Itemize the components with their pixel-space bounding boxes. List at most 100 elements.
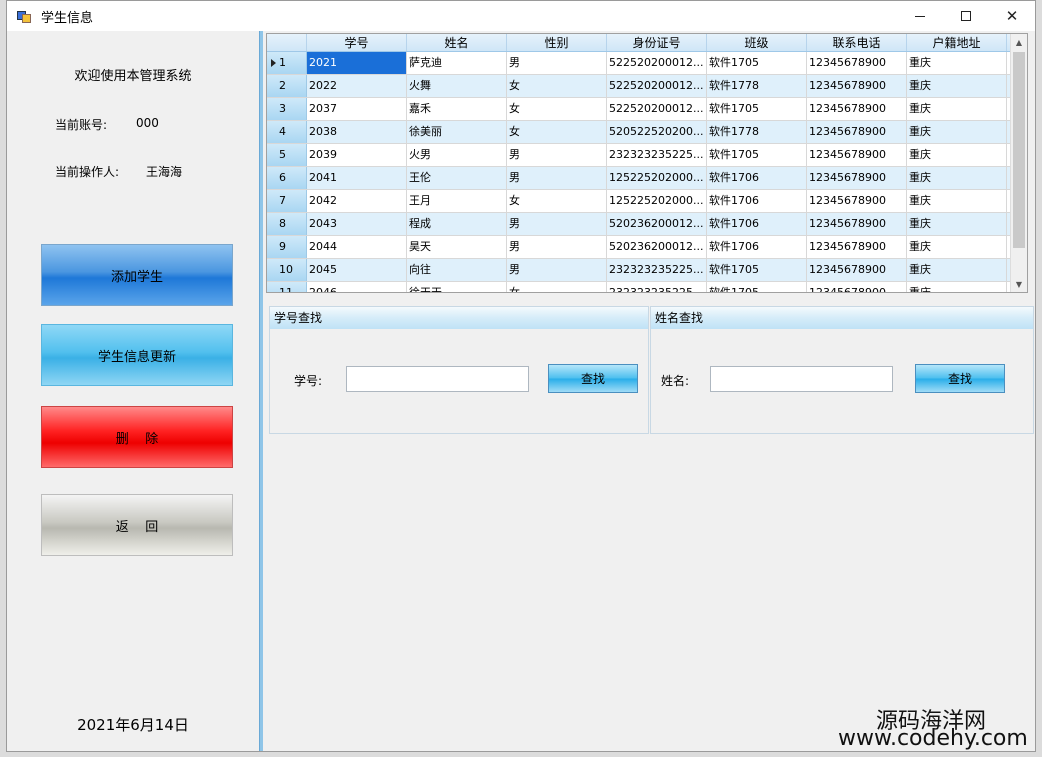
table-cell[interactable]: 232323235225... [607, 144, 707, 166]
table-cell[interactable]: 嘉禾 [407, 98, 507, 120]
table-cell[interactable]: 男 [507, 52, 607, 74]
scroll-up-icon[interactable]: ▲ [1011, 34, 1027, 50]
table-cell[interactable]: 徐美丽 [407, 121, 507, 143]
column-header[interactable]: 姓名 [407, 34, 507, 51]
table-cell[interactable]: 软件1706 [707, 190, 807, 212]
splitter[interactable] [259, 31, 263, 751]
table-cell[interactable]: 2039 [307, 144, 407, 166]
table-cell[interactable]: 王月 [407, 190, 507, 212]
table-cell[interactable]: 重庆 [907, 121, 1007, 143]
delete-button[interactable]: 删 除 [41, 406, 233, 468]
row-header[interactable]: 3 [267, 98, 307, 120]
table-row[interactable]: 7 2042 王月女 125225202000... 软件1706 12345678900… [267, 190, 1027, 213]
maximize-button[interactable] [943, 1, 989, 31]
table-cell[interactable]: 12345678900 [807, 259, 907, 281]
table-cell[interactable]: 重庆 [907, 52, 1007, 74]
table-cell[interactable]: 软件1778 [707, 75, 807, 97]
table-row[interactable]: 6 2041 王伦男 125225202000... 软件1706 12345678900… [267, 167, 1027, 190]
table-cell[interactable]: 2046 [307, 282, 407, 292]
add-student-button[interactable]: 添加学生 [41, 244, 233, 306]
column-header[interactable]: 联系电话 [807, 34, 907, 51]
table-row[interactable]: 5 2039 火男男 232323235225... 软件1705 12345678900… [267, 144, 1027, 167]
table-cell[interactable]: 男 [507, 259, 607, 281]
search-by-name-button[interactable]: 查找 [915, 364, 1005, 393]
table-cell[interactable]: 女 [507, 98, 607, 120]
table-cell[interactable]: 女 [507, 190, 607, 212]
table-cell[interactable]: 向往 [407, 259, 507, 281]
table-cell[interactable]: 重庆 [907, 236, 1007, 258]
row-header[interactable]: 1 [267, 52, 307, 74]
table-cell[interactable]: 12345678900 [807, 282, 907, 292]
table-cell[interactable]: 2043 [307, 213, 407, 235]
table-row[interactable]: 10 2045 向往男 232323235225... 软件1705 1234567890… [267, 259, 1027, 282]
title-bar[interactable]: 学生信息 ✕ [7, 1, 1035, 31]
table-cell[interactable]: 2021 [307, 52, 407, 74]
table-cell[interactable]: 重庆 [907, 98, 1007, 120]
scroll-thumb[interactable] [1013, 52, 1025, 248]
table-cell[interactable]: 12345678900 [807, 144, 907, 166]
scroll-down-icon[interactable]: ▼ [1011, 276, 1027, 292]
table-cell[interactable]: 2037 [307, 98, 407, 120]
table-cell[interactable]: 昊天 [407, 236, 507, 258]
table-cell[interactable]: 软件1705 [707, 259, 807, 281]
search-by-id-button[interactable]: 查找 [548, 364, 638, 393]
table-cell[interactable]: 12345678900 [807, 75, 907, 97]
table-cell[interactable]: 软件1705 [707, 98, 807, 120]
table-cell[interactable]: 12345678900 [807, 167, 907, 189]
row-header[interactable]: 7 [267, 190, 307, 212]
student-table[interactable]: 学号 姓名 性别 身份证号 班级 联系电话 户籍地址 1 2021 萨克迪男 5225… [266, 33, 1028, 293]
row-header[interactable]: 8 [267, 213, 307, 235]
table-cell[interactable]: 2041 [307, 167, 407, 189]
table-cell[interactable]: 软件1705 [707, 144, 807, 166]
table-cell[interactable]: 男 [507, 144, 607, 166]
table-cell[interactable]: 12345678900 [807, 213, 907, 235]
table-cell[interactable]: 重庆 [907, 282, 1007, 292]
table-cell[interactable]: 徐天天 [407, 282, 507, 292]
table-cell[interactable]: 125225202000... [607, 190, 707, 212]
table-row[interactable]: 9 2044 昊天男 520236200012... 软件1706 12345678900… [267, 236, 1027, 259]
table-cell[interactable]: 522520200012... [607, 98, 707, 120]
table-cell[interactable]: 重庆 [907, 167, 1007, 189]
row-header[interactable]: 10 [267, 259, 307, 281]
table-cell[interactable]: 2038 [307, 121, 407, 143]
table-cell[interactable]: 重庆 [907, 213, 1007, 235]
column-header[interactable]: 身份证号 [607, 34, 707, 51]
table-cell[interactable]: 软件1706 [707, 213, 807, 235]
table-cell[interactable]: 火男 [407, 144, 507, 166]
column-header[interactable]: 班级 [707, 34, 807, 51]
table-cell[interactable]: 12345678900 [807, 190, 907, 212]
table-cell[interactable]: 2044 [307, 236, 407, 258]
table-cell[interactable]: 王伦 [407, 167, 507, 189]
column-header[interactable]: 户籍地址 [907, 34, 1007, 51]
minimize-button[interactable] [897, 1, 943, 31]
row-header[interactable]: 4 [267, 121, 307, 143]
table-cell[interactable]: 女 [507, 121, 607, 143]
column-header[interactable]: 学号 [307, 34, 407, 51]
table-cell[interactable]: 萨克迪 [407, 52, 507, 74]
table-cell[interactable]: 12345678900 [807, 121, 907, 143]
table-cell[interactable]: 12345678900 [807, 236, 907, 258]
table-cell[interactable]: 522520200012... [607, 52, 707, 74]
table-cell[interactable]: 520236200012... [607, 236, 707, 258]
table-cell[interactable]: 12345678900 [807, 52, 907, 74]
table-row[interactable]: 3 2037 嘉禾女 522520200012... 软件1705 12345678900… [267, 98, 1027, 121]
name-input[interactable] [710, 366, 893, 392]
table-cell[interactable]: 12345678900 [807, 98, 907, 120]
close-button[interactable]: ✕ [989, 1, 1035, 31]
table-cell[interactable]: 程成 [407, 213, 507, 235]
table-cell[interactable]: 125225202000... [607, 167, 707, 189]
table-cell[interactable]: 232323235225... [607, 282, 707, 292]
table-cell[interactable]: 重庆 [907, 190, 1007, 212]
table-row[interactable]: 11 2046 徐天天女 232323235225... 软件1705 123456789… [267, 282, 1027, 292]
table-cell[interactable]: 软件1778 [707, 121, 807, 143]
table-cell[interactable]: 520236200012... [607, 213, 707, 235]
table-cell[interactable]: 重庆 [907, 75, 1007, 97]
row-header[interactable]: 9 [267, 236, 307, 258]
row-header[interactable]: 6 [267, 167, 307, 189]
table-cell[interactable]: 男 [507, 213, 607, 235]
table-cell[interactable]: 522520200012... [607, 75, 707, 97]
table-row[interactable]: 4 2038 徐美丽女 520522520200... 软件1778 1234567890… [267, 121, 1027, 144]
table-cell[interactable]: 520522520200... [607, 121, 707, 143]
table-cell[interactable]: 2022 [307, 75, 407, 97]
table-cell[interactable]: 重庆 [907, 259, 1007, 281]
